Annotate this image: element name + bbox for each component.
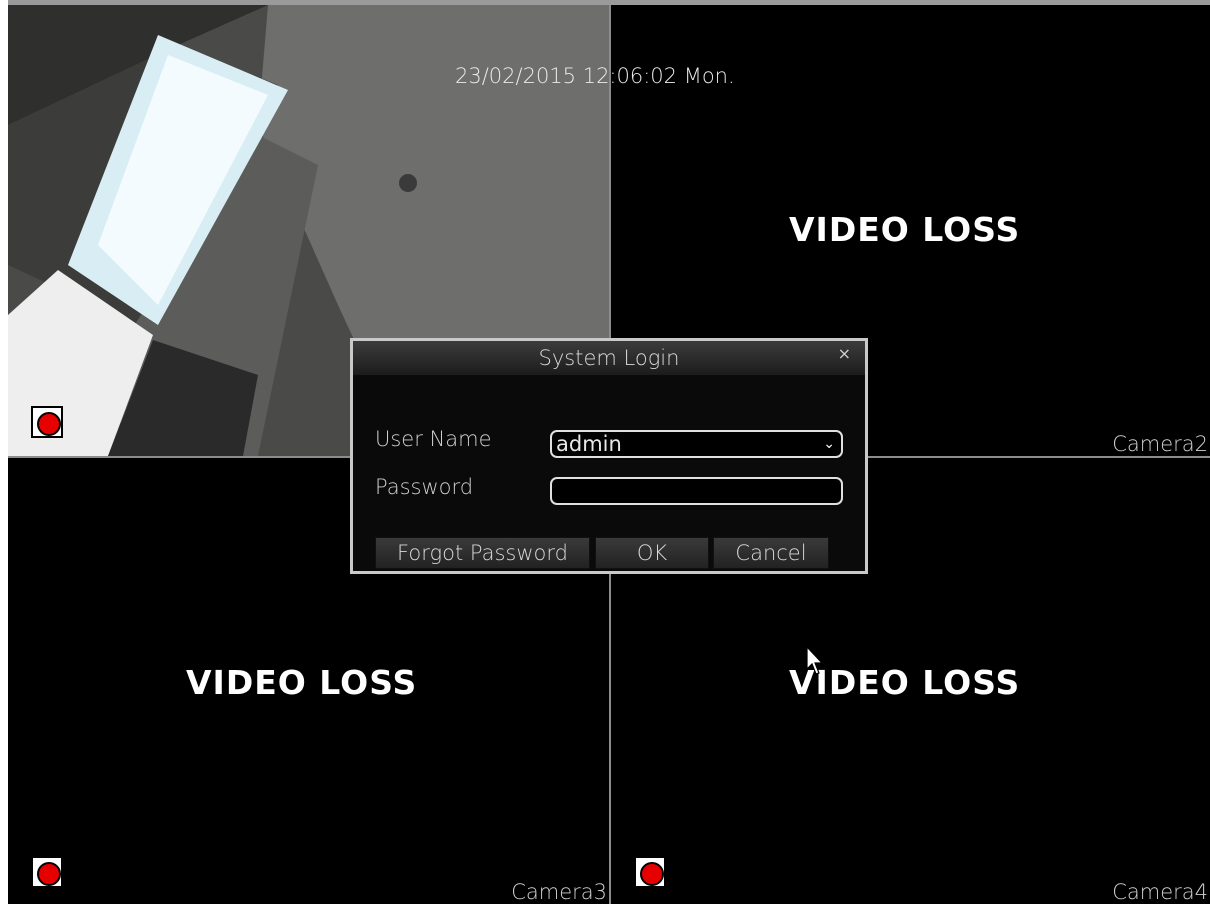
password-label: Password xyxy=(375,475,474,499)
ok-button[interactable]: OK xyxy=(595,537,709,569)
record-indicator xyxy=(31,406,63,438)
record-dot-icon xyxy=(640,862,664,886)
camera-label: Camera4 xyxy=(1112,880,1208,904)
dialog-title: System Login xyxy=(353,341,865,375)
dvr-live-view: VIDEO LOSS Camera2 VIDEO LOSS Camera3 VI… xyxy=(0,0,1210,904)
close-icon[interactable]: × xyxy=(838,344,851,363)
chevron-down-icon[interactable]: ⌄ xyxy=(823,432,835,456)
record-indicator xyxy=(31,856,63,888)
left-edge xyxy=(0,0,8,904)
username-label: User Name xyxy=(375,427,492,451)
record-dot-icon xyxy=(37,862,61,886)
password-input[interactable] xyxy=(550,477,843,505)
datetime-overlay: 23/02/2015 12:06:02 Mon. xyxy=(455,64,735,88)
video-loss-text: VIDEO LOSS xyxy=(186,663,418,702)
system-login-dialog: System Login × User Name admin ⌄ Passwor… xyxy=(350,338,868,574)
username-value: admin xyxy=(556,432,622,456)
forgot-password-button[interactable]: Forgot Password xyxy=(375,537,590,569)
video-loss-text: VIDEO LOSS xyxy=(789,210,1021,249)
camera-label: Camera3 xyxy=(511,880,607,904)
username-select[interactable]: admin ⌄ xyxy=(550,430,843,458)
camera-label: Camera2 xyxy=(1112,432,1208,456)
record-dot-icon xyxy=(37,412,61,436)
mouse-pointer-icon xyxy=(806,646,824,675)
record-indicator xyxy=(634,856,666,888)
cancel-button[interactable]: Cancel xyxy=(713,537,829,569)
